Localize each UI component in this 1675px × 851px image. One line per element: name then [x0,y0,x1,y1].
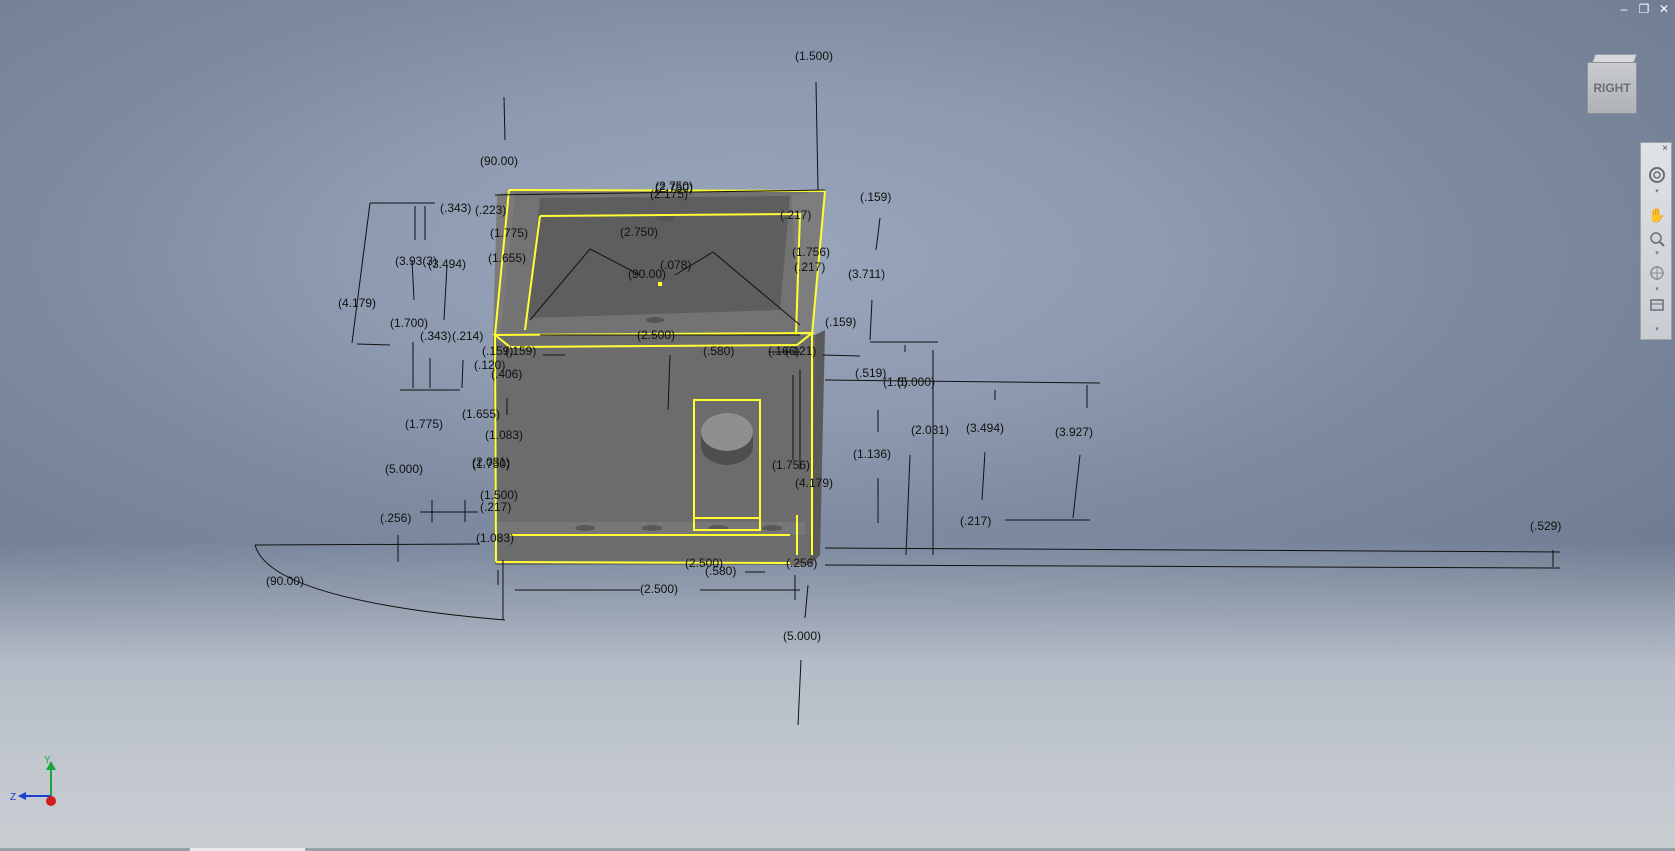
dimension-label[interactable]: (1.083) [485,428,523,442]
dimension-label[interactable]: (4.179) [795,476,833,490]
dimension-label[interactable]: (.406) [491,367,522,381]
viewcube[interactable]: RIGHT [1585,52,1640,117]
navbar-close-icon[interactable]: × [1662,143,1668,154]
dimension-label[interactable]: (2.500) [637,328,675,342]
dimension-label[interactable]: (.223) [475,203,506,217]
dimension-label[interactable]: (.214) [452,329,483,343]
dimension-label[interactable]: (1.500) [795,49,833,63]
dimension-label[interactable]: (2.750) [620,225,658,239]
chevron-down-icon[interactable]: ▾ [1650,325,1664,333]
chevron-down-icon[interactable]: ▾ [1650,285,1664,293]
dimension-label[interactable]: (.343) [420,329,451,343]
close-button[interactable]: ✕ [1657,2,1671,16]
dimension-label[interactable]: (2.500) [685,556,723,570]
dimension-label[interactable]: (5.000) [783,629,821,643]
y-axis-label: Y [44,755,51,766]
dimension-label[interactable]: (1.750) [472,457,510,471]
dimension-label[interactable]: (1.775) [405,417,443,431]
selection-point[interactable] [658,282,662,286]
dimension-label[interactable]: (2.500) [640,582,678,596]
dimension-label[interactable]: (1.700) [390,316,428,330]
dimension-label[interactable]: (2.031) [911,423,949,437]
dimension-label[interactable]: (.217) [794,260,825,274]
dimension-label[interactable]: (3.494) [966,421,1004,435]
model-body[interactable] [493,190,825,565]
3d-viewport[interactable]: (1.500)(90.00)(2.750)(2.750)(2.175) (.159… [0,0,1675,851]
navigation-bar: × ▾ ✋ ▾ ▾ ▾ [1640,142,1672,340]
dimension-label[interactable]: (.529) [1530,519,1561,533]
dimension-label[interactable]: (3.494) [428,257,466,271]
dimension-label[interactable]: (5.000) [897,375,935,389]
dimension-label[interactable]: (.159) [825,315,856,329]
axis-triad: Y Z [10,755,56,806]
dimension-label[interactable]: (5.000) [385,462,423,476]
dimension-label[interactable]: (.580) [703,344,734,358]
dimension-label[interactable]: (1.655) [488,251,526,265]
chevron-down-icon[interactable]: ▾ [1650,249,1664,257]
dimension-label[interactable]: (.217) [780,208,811,222]
steering-wheel-icon[interactable] [1647,165,1667,185]
z-axis-label: Z [10,792,16,803]
pan-icon[interactable]: ✋ [1647,205,1667,225]
orbit-icon[interactable] [1647,263,1667,283]
dimension-lines [254,81,1561,726]
dimension-label[interactable]: (1.655) [462,407,500,421]
dimension-label[interactable]: (90.00) [628,267,666,281]
dimension-label[interactable]: (.159) [860,190,891,204]
dimension-label[interactable]: (4.179) [338,296,376,310]
dimension-label[interactable]: (90.00) [480,154,518,168]
dimension-label[interactable]: (1.136) [853,447,891,461]
dimension-label[interactable]: (.121) [785,344,816,358]
restore-button[interactable]: ❐ [1637,2,1651,16]
dimension-label[interactable]: (3.927) [1055,425,1093,439]
dimension-label[interactable]: (.256) [786,556,817,570]
dimension-label[interactable]: (.159) [505,344,536,358]
dimension-label[interactable]: (1.775) [490,226,528,240]
dimension-label[interactable]: (3.711) [848,267,885,281]
viewcube-right-face[interactable]: RIGHT [1587,62,1637,114]
dimension-label[interactable]: (2.175) [650,187,688,201]
dimension-label[interactable]: (.256) [380,511,411,525]
dimension-label[interactable]: (90.00) [266,574,304,588]
dimension-label[interactable]: (1.756) [772,458,810,472]
dimension-label[interactable]: (.217) [960,514,991,528]
dimension-label[interactable]: (.343) [440,201,471,215]
dimension-label[interactable]: (.217) [480,500,511,514]
dimension-label[interactable]: (1.756) [792,245,830,259]
zoom-icon[interactable] [1647,229,1667,249]
dimension-labels: (1.500)(90.00)(2.750)(2.750)(2.175) (.159… [266,49,1561,643]
minimize-button[interactable]: – [1617,2,1631,16]
chevron-down-icon[interactable]: ▾ [1650,187,1664,195]
dimension-label[interactable]: (1.083) [476,531,514,545]
dimension-label[interactable]: (.519) [855,366,886,380]
look-at-icon[interactable] [1647,295,1667,315]
